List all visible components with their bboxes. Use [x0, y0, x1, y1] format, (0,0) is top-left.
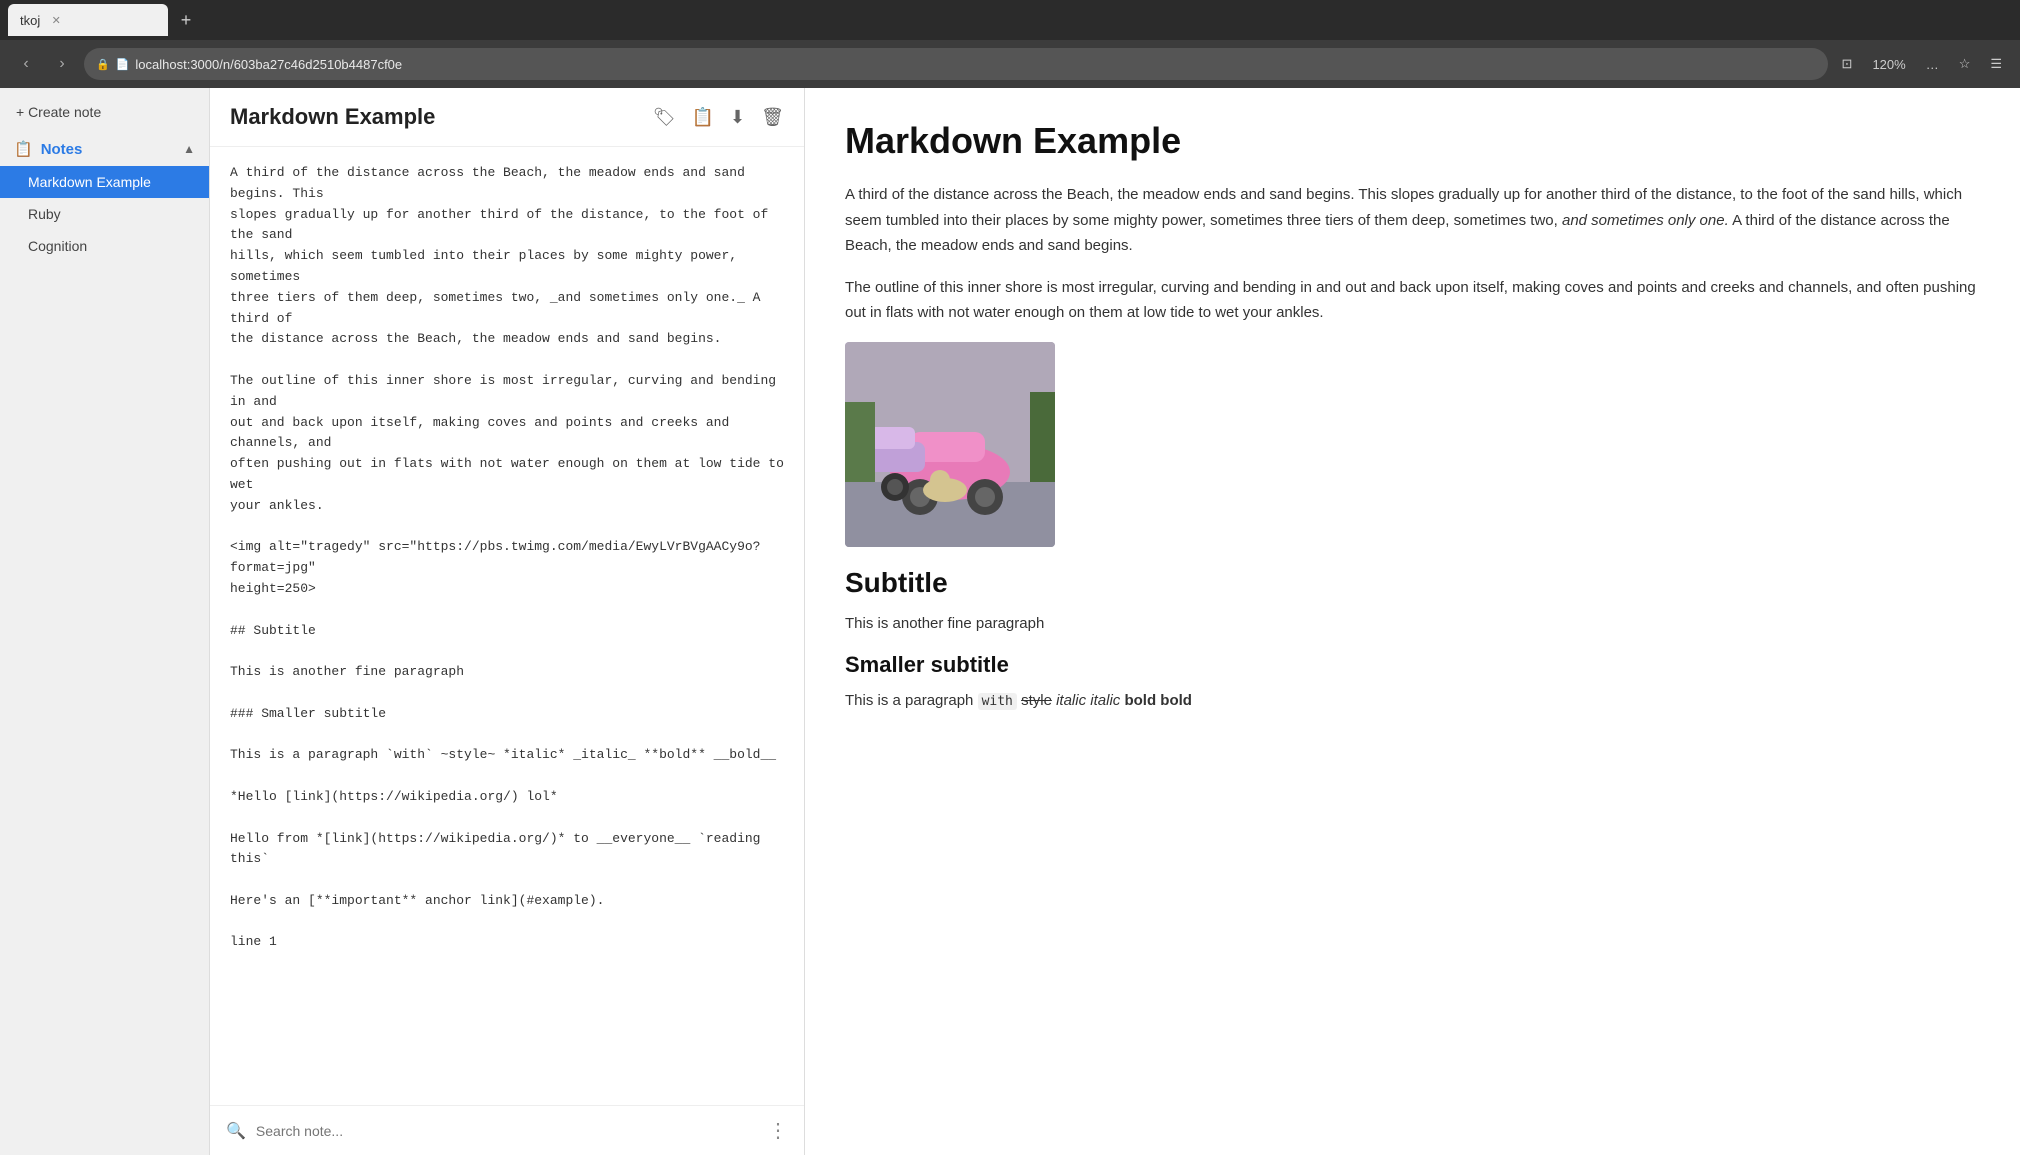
- new-tab-button[interactable]: +: [172, 6, 200, 34]
- back-button[interactable]: ‹: [12, 50, 40, 78]
- chevron-up-icon: ▲: [183, 142, 195, 156]
- reader-view-button[interactable]: ⊡: [1836, 52, 1859, 76]
- preview-image: [845, 342, 1055, 547]
- browser-chrome: tkoj ✕ + ‹ › 🔒 📄 localhost:3000/n/603ba2…: [0, 0, 2020, 88]
- notes-section-header[interactable]: 📋 Notes ▲: [0, 132, 209, 166]
- zoom-level: 120%: [1866, 53, 1911, 76]
- preview-para4-before: This is a paragraph: [845, 692, 978, 709]
- sidebar-item-cognition[interactable]: Cognition: [0, 230, 209, 262]
- preview-para4-bold2: bold: [1160, 692, 1192, 709]
- tab-bar: tkoj ✕ +: [0, 0, 2020, 40]
- preview-para4-strikethrough: style: [1021, 692, 1052, 709]
- preview-para1-italic: and sometimes only one.: [1562, 212, 1729, 229]
- editor-header: Markdown Example 🏷 📋 ⬇ 🗑: [210, 88, 804, 147]
- tag-button[interactable]: 🏷: [653, 107, 676, 128]
- preview-para4-bold1: bold: [1124, 692, 1156, 709]
- preview-para2: The outline of this inner shore is most …: [845, 275, 1980, 326]
- sidebar-item-ruby[interactable]: Ruby: [0, 198, 209, 230]
- notes-section-label: Notes: [41, 141, 83, 158]
- preview-image-placeholder: [845, 342, 1055, 547]
- preview-para3: This is another fine paragraph: [845, 611, 1980, 637]
- editor-area: Markdown Example 🏷 📋 ⬇ 🗑 A third of the …: [210, 88, 805, 1155]
- url-text: localhost:3000/n/603ba27c46d2510b4487cf0…: [135, 57, 402, 72]
- preview-para4-italic1: italic: [1056, 692, 1086, 709]
- notes-file-icon: 📋: [14, 140, 33, 158]
- note-label: Ruby: [28, 206, 61, 222]
- note-label: Markdown Example: [28, 174, 151, 190]
- lock-icon: 🔒: [96, 58, 110, 71]
- active-tab[interactable]: tkoj ✕: [8, 4, 168, 36]
- preview-para1: A third of the distance across the Beach…: [845, 182, 1980, 259]
- forward-button[interactable]: ›: [48, 50, 76, 78]
- sidebar-item-markdown-example[interactable]: Markdown Example: [0, 166, 209, 198]
- nav-bar: ‹ › 🔒 📄 localhost:3000/n/603ba27c46d2510…: [0, 40, 2020, 88]
- tab-close-button[interactable]: ✕: [48, 12, 64, 28]
- create-note-label: + Create note: [16, 104, 101, 120]
- bookmark-button[interactable]: ☆: [1953, 52, 1977, 76]
- preview-para4-code: with: [978, 693, 1017, 710]
- more-button[interactable]: ☰: [1984, 52, 2008, 76]
- preview-area: Markdown Example A third of the distance…: [805, 88, 2020, 1155]
- menu-button[interactable]: …: [1920, 53, 1945, 76]
- note-label: Cognition: [28, 238, 87, 254]
- editor-content[interactable]: A third of the distance across the Beach…: [210, 147, 804, 1105]
- editor-actions: 🏷 📋 ⬇ 🗑: [653, 107, 784, 128]
- editor-title: Markdown Example: [230, 104, 435, 130]
- preview-para4-italic2: italic: [1090, 692, 1120, 709]
- create-note-button[interactable]: + Create note: [0, 88, 209, 132]
- footer-more-icon[interactable]: ⋮: [768, 1118, 788, 1143]
- download-button[interactable]: ⬇: [730, 107, 745, 128]
- app-container: + Create note 📋 Notes ▲ Markdown Example…: [0, 88, 2020, 1155]
- page-icon: 📄: [116, 58, 130, 71]
- search-input[interactable]: [256, 1123, 758, 1139]
- tab-title: tkoj: [20, 13, 40, 28]
- preview-para4: This is a paragraph with style italic it…: [845, 688, 1980, 714]
- preview-smaller-subtitle: Smaller subtitle: [845, 652, 1980, 678]
- notes-header-left: 📋 Notes: [14, 140, 82, 158]
- address-bar[interactable]: 🔒 📄 localhost:3000/n/603ba27c46d2510b448…: [84, 48, 1828, 80]
- trash-button[interactable]: 🗑: [761, 107, 784, 128]
- preview-subtitle: Subtitle: [845, 567, 1980, 599]
- editor-footer: 🔍 ⋮: [210, 1105, 804, 1155]
- nav-right: ⊡ 120% … ☆ ☰: [1836, 52, 2008, 76]
- preview-title: Markdown Example: [845, 120, 1980, 162]
- search-icon: 🔍: [226, 1121, 246, 1141]
- export-button[interactable]: 📋: [692, 107, 714, 128]
- sidebar: + Create note 📋 Notes ▲ Markdown Example…: [0, 88, 210, 1155]
- notes-section: 📋 Notes ▲ Markdown Example Ruby Cognitio…: [0, 132, 209, 1155]
